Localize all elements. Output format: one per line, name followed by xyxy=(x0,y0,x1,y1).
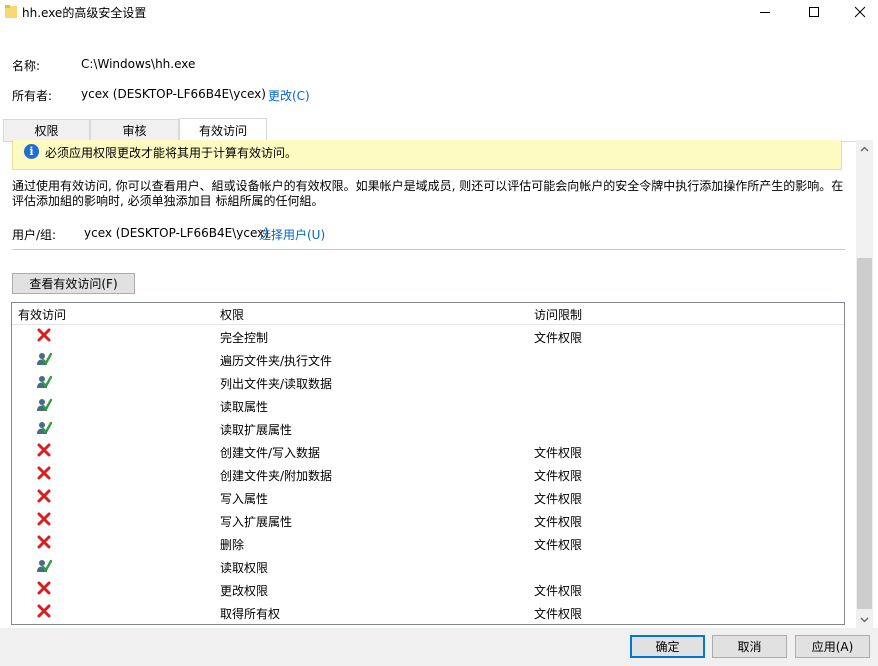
user-group-value: ycex (DESKTOP-LF66B4E\ycex) xyxy=(84,226,269,240)
tab-auditing[interactable]: 审核 xyxy=(90,119,179,141)
close-button[interactable] xyxy=(840,0,878,24)
deny-x-icon xyxy=(37,328,51,342)
table-row[interactable]: 写入属性 文件权限 xyxy=(12,486,844,509)
maximize-button[interactable] xyxy=(794,0,834,24)
name-value: C:\Windows\hh.exe xyxy=(81,57,196,71)
table-row[interactable]: 取得所有权 文件权限 xyxy=(12,601,844,624)
deny-x-icon xyxy=(37,512,51,526)
info-message: 必须应用权限更改才能将其用于计算有效访问。 xyxy=(45,146,298,160)
access-limit-cell: 文件权限 xyxy=(534,469,583,483)
vertical-scrollbar[interactable] xyxy=(856,140,873,628)
separator xyxy=(12,249,845,250)
scroll-thumb[interactable] xyxy=(857,258,872,609)
permission-cell: 读取属性 xyxy=(220,400,269,414)
table-row[interactable]: 删除 文件权限 xyxy=(12,532,844,555)
permission-cell: 遍历文件夹/执行文件 xyxy=(220,354,333,368)
deny-x-icon xyxy=(37,535,51,549)
info-bar: i 必须应用权限更改才能将其用于计算有效访问。 xyxy=(12,140,842,170)
owner-label: 所有者: xyxy=(12,89,53,103)
minimize-icon xyxy=(760,12,770,13)
change-owner-link[interactable]: 更改(C) xyxy=(268,87,310,104)
user-allowed-icon xyxy=(37,559,52,572)
tab-strip: 权限 审核 有效访问 xyxy=(3,118,875,141)
permission-cell: 取得所有权 xyxy=(220,607,281,621)
dialog-body: 名称: C:\Windows\hh.exe 所有者: ycex (DESKTOP… xyxy=(0,38,878,666)
column-effective-access[interactable]: 有效访问 xyxy=(18,306,66,323)
permission-cell: 删除 xyxy=(220,538,245,552)
access-limit-cell: 文件权限 xyxy=(534,607,583,621)
deny-x-icon xyxy=(37,443,51,457)
content-panel: 名称: C:\Windows\hh.exe 所有者: ycex (DESKTOP… xyxy=(0,38,878,628)
user-allowed-icon xyxy=(37,398,52,411)
user-allowed-icon xyxy=(37,352,52,365)
table-row[interactable]: 读取属性 xyxy=(12,394,844,417)
apply-button[interactable]: 应用(A) xyxy=(795,635,870,658)
name-label: 名称: xyxy=(12,59,41,73)
access-limit-cell: 文件权限 xyxy=(534,584,583,598)
table-row[interactable]: 写入扩展属性 文件权限 xyxy=(12,509,844,532)
table-header: 有效访问 权限 访问限制 xyxy=(12,303,844,325)
ok-button[interactable]: 确定 xyxy=(630,635,705,658)
table-row[interactable]: 列出文件夹/读取数据 xyxy=(12,371,844,394)
table-row[interactable]: 完全控制 文件权限 xyxy=(12,325,844,348)
cancel-button[interactable]: 取消 xyxy=(712,635,787,658)
access-limit-cell: 文件权限 xyxy=(534,538,583,552)
permission-cell: 读取扩展属性 xyxy=(220,423,293,437)
title-bar: hh.exe的高级安全设置 xyxy=(0,0,878,24)
permission-cell: 写入属性 xyxy=(220,492,269,506)
access-limit-cell: 文件权限 xyxy=(534,492,583,506)
user-allowed-icon xyxy=(37,421,52,434)
chevron-down-icon xyxy=(860,617,869,622)
access-limit-cell: 文件权限 xyxy=(534,331,583,345)
table-row[interactable]: 读取权限 xyxy=(12,555,844,578)
owner-value: ycex (DESKTOP-LF66B4E\ycex) xyxy=(81,87,266,101)
deny-x-icon xyxy=(37,581,51,595)
tab-permissions[interactable]: 权限 xyxy=(3,119,90,141)
chevron-up-icon xyxy=(860,146,869,151)
permission-cell: 写入扩展属性 xyxy=(220,515,293,529)
permission-cell: 完全控制 xyxy=(220,331,269,345)
deny-x-icon xyxy=(37,466,51,480)
select-user-link[interactable]: 选择用户(U) xyxy=(259,226,325,243)
permission-cell: 创建文件/写入数据 xyxy=(220,446,321,460)
info-icon: i xyxy=(24,144,39,159)
permission-cell: 创建文件夹/附加数据 xyxy=(220,469,333,483)
permission-cell: 更改权限 xyxy=(220,584,269,598)
minimize-button[interactable] xyxy=(745,0,785,24)
folder-icon xyxy=(5,5,17,18)
window-title: hh.exe的高级安全设置 xyxy=(22,6,147,20)
deny-x-icon xyxy=(37,489,51,503)
access-limit-cell: 文件权限 xyxy=(534,446,583,460)
table-row[interactable]: 创建文件/写入数据 文件权限 xyxy=(12,440,844,463)
column-permission[interactable]: 权限 xyxy=(220,306,244,323)
description-text: 通过使用有效访问, 你可以查看用户、組或设备帐户的有效权限。如果帐户是域成员, … xyxy=(12,179,844,208)
effective-access-table: 有效访问 权限 访问限制 完全控制 文件权限 遍历文件夹/执行文件 列出文件夹/读取数… xyxy=(11,302,845,625)
table-row[interactable]: 更改权限 文件权限 xyxy=(12,578,844,601)
permission-cell: 列出文件夹/读取数据 xyxy=(220,377,333,391)
maximize-icon xyxy=(809,7,819,17)
table-row[interactable]: 创建文件夹/附加数据 文件权限 xyxy=(12,463,844,486)
tab-effective-access[interactable]: 有效访问 xyxy=(179,118,267,141)
table-row[interactable]: 读取扩展属性 xyxy=(12,417,844,440)
scroll-up-button[interactable] xyxy=(856,140,873,157)
scroll-down-button[interactable] xyxy=(856,611,873,628)
table-row[interactable]: 遍历文件夹/执行文件 xyxy=(12,348,844,371)
user-allowed-icon xyxy=(37,375,52,388)
user-group-label: 用户/组: xyxy=(12,228,57,242)
view-effective-access-button[interactable]: 查看有效访问(F) xyxy=(12,273,135,294)
close-icon xyxy=(854,6,866,18)
permission-cell: 读取权限 xyxy=(220,561,269,575)
column-access-limit[interactable]: 访问限制 xyxy=(534,306,582,323)
access-limit-cell: 文件权限 xyxy=(534,515,583,529)
deny-x-icon xyxy=(37,604,51,618)
